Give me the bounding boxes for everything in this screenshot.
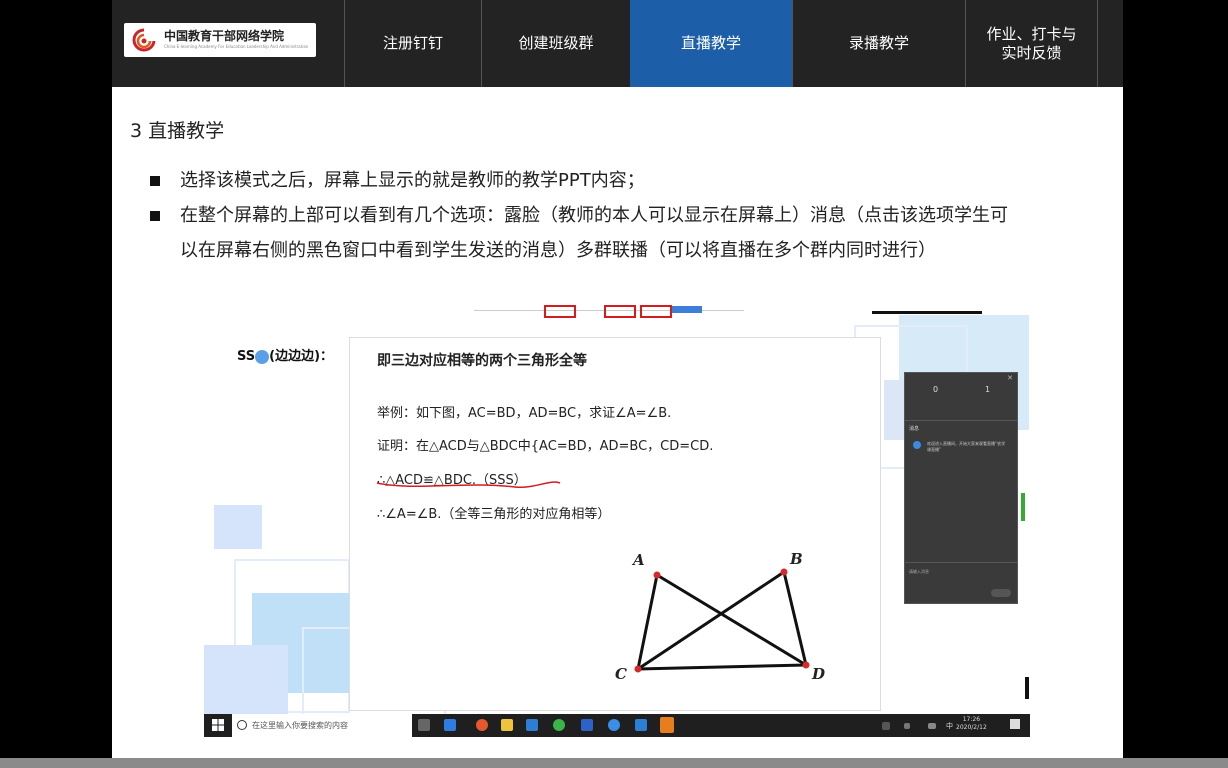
sss-abbr: SS — [237, 349, 256, 364]
clock[interactable]: 17:26 2020/2/12 — [956, 716, 987, 732]
network-icon[interactable] — [928, 723, 936, 729]
example-line: 举例：如下图，AC=BD，AD=BC，求证∠A=∠B. — [377, 406, 672, 421]
cursor-dot-icon — [255, 349, 270, 364]
close-icon[interactable]: ✕ — [1007, 374, 1013, 382]
nav-label: 注册钉钉 — [382, 34, 443, 52]
message-input-area[interactable]: 请输入消息 — [905, 562, 1017, 603]
nav-item-register-dingtalk[interactable]: 注册钉钉 — [344, 0, 481, 87]
bullet-text: 选择该模式之后，屏幕上显示的就是教师的教学PPT内容； — [180, 170, 645, 191]
sss-label: SS (边边边)： — [237, 345, 333, 364]
sss-abbr-suffix: (边边边)： — [269, 349, 334, 364]
people-icon[interactable] — [882, 722, 890, 730]
stat-count-1: 0 — [933, 385, 939, 394]
camera-option-highlight[interactable] — [544, 305, 576, 318]
nav-item-homework-feedback[interactable]: 作业、打卡与 实时反馈 — [965, 0, 1098, 87]
bullet-item: 在整个屏幕的上部可以看到有几个选项：露脸（教师的本人可以显示在屏幕上）消息（点击… — [150, 198, 1010, 303]
input-placeholder: 请输入消息 — [909, 569, 929, 574]
live-screen-capture: SS (边边边)： 即三边对应相等的两个三角形全等 举例：如下图，AC=BD，AD… — [204, 305, 1030, 737]
bullet-text: 在整个屏幕的上部可以看到有几个选项：露脸（教师的本人可以显示在屏幕上）消息（点击… — [180, 205, 1008, 261]
nav-label-line1: 作业、打卡与 — [986, 24, 1077, 43]
nav-label: 直播教学 — [680, 34, 741, 52]
bullet-square-icon — [150, 176, 160, 186]
search-placeholder: 在这里输入你要搜索的内容 — [252, 721, 348, 730]
vertex-label-d: D — [812, 665, 826, 683]
nav-item-recorded-teaching[interactable]: 录播教学 — [792, 0, 965, 87]
word-icon[interactable] — [581, 719, 593, 731]
message-text: 欢迎进入直播间，开始大家来观看直播“农学课直播” — [927, 441, 1006, 452]
triangle-diagram — [634, 568, 810, 673]
scrollbar-thumb[interactable] — [1025, 677, 1029, 699]
start-live-button[interactable] — [672, 306, 702, 313]
scrollbar-indicator[interactable] — [1021, 493, 1025, 521]
ppt-slide: 即三边对应相等的两个三角形全等 举例：如下图，AC=BD，AD=BC，求证∠A=… — [349, 337, 881, 711]
message-option-highlight[interactable] — [604, 305, 636, 318]
multi-group-option-highlight[interactable] — [640, 305, 672, 318]
chevron-up-icon[interactable] — [904, 723, 910, 729]
nav-label: 录播教学 — [848, 34, 909, 52]
video-progress-strip[interactable] — [0, 758, 1228, 768]
notification-icon[interactable] — [1010, 719, 1020, 729]
ime-indicator[interactable]: 中 — [946, 721, 953, 731]
proof-line: 证明：在△ACD与△BDC中{AC=BD，AD=BC，CD=CD. — [377, 439, 714, 454]
folder-icon[interactable] — [501, 719, 513, 731]
section-heading: 3 直播教学 — [130, 120, 225, 142]
app-icon[interactable] — [635, 719, 647, 731]
decor-square — [214, 505, 262, 549]
clock-time: 17:26 — [962, 716, 981, 723]
result-line: ∴∠A=∠B.（全等三角形的对应角相等） — [377, 507, 611, 522]
bullet-square-icon — [150, 211, 160, 221]
nav-item-live-teaching[interactable]: 直播教学 — [630, 0, 792, 87]
app-icon[interactable] — [444, 719, 456, 731]
theorem-text: 即三边对应相等的两个三角形全等 — [377, 353, 587, 369]
nav-label-line2: 实时反馈 — [1001, 43, 1062, 62]
nav-label: 创建班级群 — [518, 34, 594, 52]
send-button[interactable] — [991, 589, 1011, 597]
clock-date: 2020/2/12 — [956, 724, 987, 731]
messages-header: 消息 — [909, 426, 920, 432]
red-annotation-stroke — [376, 481, 561, 488]
wechat-icon[interactable] — [553, 719, 565, 731]
top-navigation: 中国教育干部网络学院 China E-learning Academy For … — [112, 0, 1123, 87]
divider — [905, 420, 1017, 421]
task-view-icon[interactable] — [418, 719, 430, 731]
logo[interactable]: 中国教育干部网络学院 China E-learning Academy For … — [124, 23, 316, 57]
logo-name-en: China E-learning Academy For Education L… — [164, 44, 309, 49]
vertex-label-a: A — [633, 551, 645, 569]
live-toolbar — [474, 305, 744, 318]
decor-bar — [872, 311, 982, 314]
slide: 中国教育干部网络学院 China E-learning Academy For … — [112, 0, 1123, 760]
user-avatar-icon — [913, 441, 921, 449]
bullet-item: 选择该模式之后，屏幕上显示的就是教师的教学PPT内容； — [150, 163, 1010, 198]
windows-start-icon[interactable] — [212, 719, 224, 731]
dingtalk-icon[interactable] — [608, 719, 620, 731]
app-icon[interactable] — [526, 719, 538, 731]
active-app-icon[interactable] — [660, 717, 674, 733]
message-side-panel: ✕ 0 1 消息 欢迎进入直播间，开始大家来观看直播“农学课直播” 请输入消息 — [904, 372, 1018, 604]
stat-count-2: 1 — [985, 385, 991, 394]
cortana-icon — [237, 720, 247, 730]
decor-square — [204, 645, 288, 715]
windows-taskbar: 在这里输入你要搜索的内容 中 17:26 2020/2/12 — [204, 714, 1030, 737]
firefox-icon[interactable] — [476, 719, 488, 731]
vertex-label-c: C — [615, 665, 627, 683]
logo-name-cn: 中国教育干部网络学院 — [164, 29, 285, 43]
nav-item-create-class-group[interactable]: 创建班级群 — [481, 0, 630, 87]
vertex-label-b: B — [790, 550, 803, 568]
academy-logo-icon — [132, 28, 156, 52]
taskbar-search-box[interactable]: 在这里输入你要搜索的内容 — [232, 714, 412, 737]
